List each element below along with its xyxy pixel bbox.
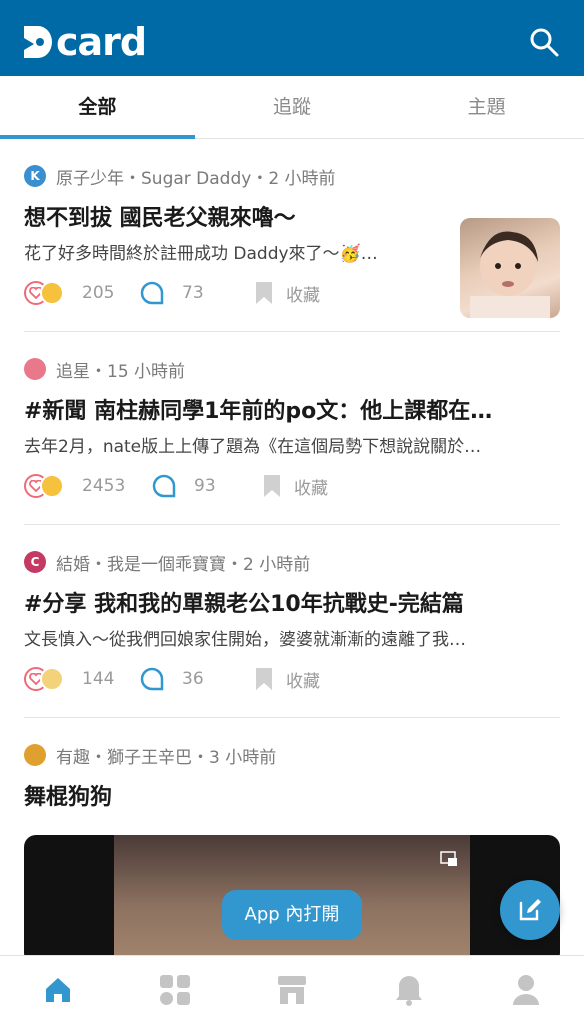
post-meta-text: 原子少年・Sugar Daddy・2 小時前	[56, 168, 336, 189]
top-app-bar: card	[0, 0, 584, 76]
post-card[interactable]: 追星・15 小時前 #新聞 南柱赫同學1年前的po文：他上課都在… 去年2月，n…	[24, 355, 560, 501]
baby-photo-icon	[470, 231, 550, 318]
reaction-icons[interactable]	[24, 280, 74, 306]
forum-icon: C	[24, 551, 46, 573]
nav-shop[interactable]	[234, 956, 351, 1024]
post-card[interactable]: 有趣・獅子王辛巴・3 小時前 舞棍狗狗	[24, 741, 560, 815]
post-title[interactable]: #新聞 南柱赫同學1年前的po文：他上課都在…	[24, 395, 560, 429]
post-excerpt: 花了好多時間終於註冊成功 Daddy來了～🥳…	[24, 244, 378, 264]
post-meta: C 結婚・我是一個乖寶寶・2 小時前	[24, 548, 560, 576]
forum-icon: K	[24, 165, 46, 187]
tab-following[interactable]: 追蹤	[195, 76, 390, 138]
comment-icon[interactable]	[152, 474, 176, 498]
boards-icon	[160, 975, 191, 1005]
post-meta: K 原子少年・Sugar Daddy・2 小時前	[24, 162, 560, 190]
post-meta-text: 有趣・獅子王辛巴・3 小時前	[56, 747, 277, 768]
divider	[24, 717, 560, 718]
laugh-emoji-icon	[40, 281, 64, 305]
reaction-icons[interactable]	[24, 473, 74, 499]
laugh-emoji-icon	[40, 474, 64, 498]
divider	[24, 524, 560, 525]
post-card[interactable]: C 結婚・我是一個乖寶寶・2 小時前 #分享 我和我的單親老公10年抗戰史-完結…	[24, 548, 560, 694]
save-label[interactable]: 收藏	[286, 281, 320, 306]
save-label[interactable]: 收藏	[286, 667, 320, 692]
dcard-logo[interactable]: card	[22, 20, 147, 64]
post-thumbnail[interactable]	[460, 218, 560, 318]
edit-icon	[519, 899, 541, 921]
post-card[interactable]: K 原子少年・Sugar Daddy・2 小時前 想不到拔 國民老父親來嚕～ 花…	[24, 162, 560, 318]
forum-icon	[24, 744, 46, 766]
post-excerpt: 文長慎入～從我們回娘家住開始，婆婆就漸漸的遠離了我…	[24, 630, 466, 650]
comment-count: 36	[182, 669, 204, 689]
reaction-icons[interactable]	[24, 666, 74, 692]
bookmark-icon[interactable]	[254, 667, 274, 691]
crying-emoji-icon	[40, 667, 64, 691]
comment-count: 73	[182, 283, 204, 303]
tab-topics[interactable]: 主題	[389, 76, 584, 138]
post-actions: 2453 93 收藏	[24, 471, 560, 501]
nav-notifications[interactable]	[350, 956, 467, 1024]
post-title[interactable]: 舞棍狗狗	[24, 781, 560, 815]
profile-icon	[512, 975, 539, 1005]
active-tab-indicator	[0, 135, 195, 139]
bookmark-icon[interactable]	[262, 474, 282, 498]
post-meta: 追星・15 小時前	[24, 355, 560, 383]
nav-boards[interactable]	[117, 956, 234, 1024]
open-in-app-button[interactable]: App 內打開	[222, 890, 362, 940]
dcard-d-icon	[24, 26, 52, 58]
search-icon[interactable]	[528, 26, 560, 58]
feed-tabs: 全部 追蹤 主題	[0, 76, 584, 139]
post-title[interactable]: #分享 我和我的單親老公10年抗戰史-完結篇	[24, 588, 560, 622]
home-icon	[46, 978, 71, 1002]
post-title[interactable]: 想不到拔 國民老父親來嚕～	[24, 202, 444, 236]
compose-button[interactable]	[500, 880, 560, 940]
nav-profile[interactable]	[467, 956, 584, 1024]
comment-icon[interactable]	[140, 281, 164, 305]
like-count: 144	[82, 669, 115, 689]
post-excerpt: 去年2月，nate版上上傳了題為《在這個局勢下想說說關於…	[24, 437, 482, 457]
save-label[interactable]: 收藏	[294, 474, 328, 499]
bell-icon	[395, 976, 422, 1006]
post-meta-text: 追星・15 小時前	[56, 361, 186, 382]
comment-count: 93	[194, 476, 216, 496]
divider	[24, 331, 560, 332]
shop-icon	[277, 976, 306, 1004]
post-meta: 有趣・獅子王辛巴・3 小時前	[24, 741, 560, 769]
nav-home[interactable]	[0, 956, 117, 1024]
picture-in-picture-icon[interactable]	[440, 851, 458, 867]
bottom-navigation	[0, 955, 584, 1024]
like-count: 2453	[82, 476, 126, 496]
tab-all[interactable]: 全部	[0, 76, 195, 138]
post-actions: 144 36 收藏	[24, 664, 560, 694]
comment-icon[interactable]	[140, 667, 164, 691]
like-count: 205	[82, 283, 115, 303]
bookmark-icon[interactable]	[254, 281, 274, 305]
logo-text: card	[56, 20, 147, 64]
forum-icon	[24, 358, 46, 380]
post-meta-text: 結婚・我是一個乖寶寶・2 小時前	[56, 554, 311, 575]
